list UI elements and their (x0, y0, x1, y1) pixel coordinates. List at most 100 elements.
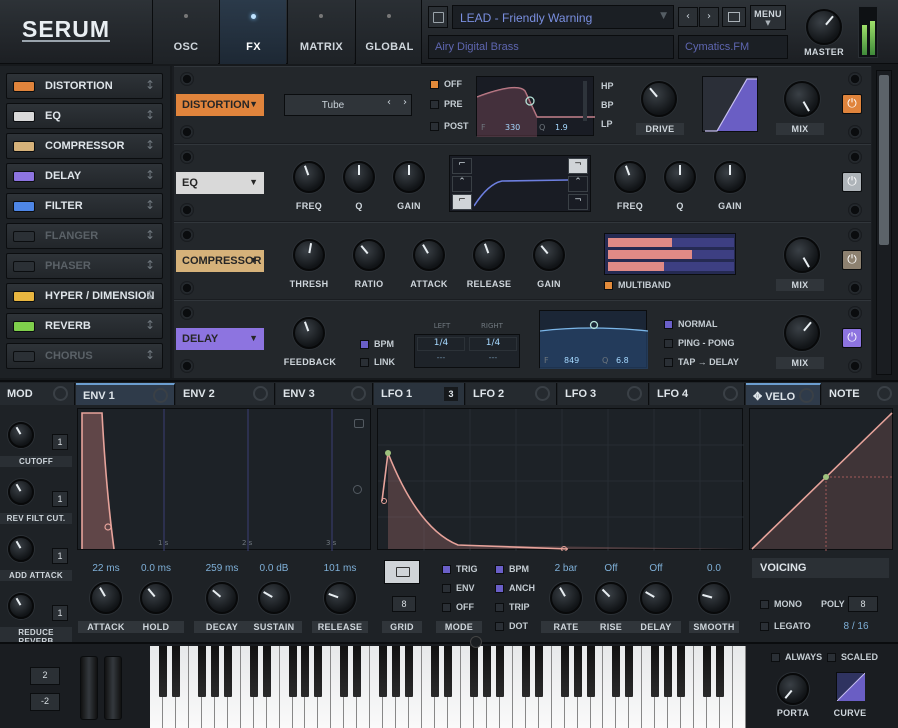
lfo-param-knob[interactable] (640, 582, 672, 614)
black-key[interactable] (301, 646, 310, 697)
black-key[interactable] (210, 646, 219, 697)
tab-env2[interactable]: ENV 2 (176, 383, 275, 405)
always-checkbox[interactable] (771, 653, 780, 662)
black-key[interactable] (560, 646, 569, 697)
black-key[interactable] (197, 646, 206, 697)
drag-handle-icon[interactable]: ↕ (145, 138, 155, 152)
mod-target-knob[interactable] (8, 593, 34, 619)
mod-socket[interactable] (848, 281, 862, 295)
fx-rack-item[interactable]: HYPER / DIMENSION ↕ (6, 283, 163, 309)
drive-knob[interactable] (641, 81, 677, 117)
black-key[interactable] (353, 646, 362, 697)
mod-socket[interactable] (848, 203, 862, 217)
black-key[interactable] (586, 646, 595, 697)
black-key[interactable] (677, 646, 686, 697)
delay-power-button[interactable] (842, 328, 862, 348)
mod-source-count[interactable]: 1 (52, 605, 68, 621)
mod-socket[interactable] (180, 281, 194, 295)
mod-socket[interactable] (180, 72, 194, 86)
env-param-knob[interactable] (324, 582, 356, 614)
eq-right-q-knob[interactable] (664, 161, 696, 193)
black-key[interactable] (379, 646, 388, 697)
delay-tag[interactable]: DELAY (176, 328, 264, 350)
lfo-param-knob[interactable] (595, 582, 627, 614)
mod-socket[interactable] (848, 228, 862, 242)
lfo-preset-folder-button[interactable] (384, 560, 420, 584)
mod-socket[interactable] (180, 306, 194, 320)
delay-right-value[interactable]: 1/4 (469, 337, 517, 351)
scaled-checkbox[interactable] (827, 653, 836, 662)
preset-dropdown[interactable]: LEAD - Friendly Warning ▼ (452, 5, 674, 29)
pitch-up-stepper[interactable]: 2 (30, 667, 60, 685)
delay-normal-checkbox[interactable] (664, 320, 673, 329)
env-param-knob[interactable] (90, 582, 122, 614)
distortion-post-checkbox[interactable] (430, 122, 439, 131)
tab-lfo2[interactable]: LFO 2 (466, 383, 557, 405)
black-key[interactable] (612, 646, 621, 697)
prev-preset-button[interactable]: ‹ (678, 7, 698, 27)
env-param-knob[interactable] (140, 582, 172, 614)
mod-socket[interactable] (848, 72, 862, 86)
fx-rack-item[interactable]: FILTER ↕ (6, 193, 163, 219)
mod-source-count[interactable]: 1 (52, 548, 68, 564)
compressor-gain-knob[interactable] (533, 239, 565, 271)
tab-env1[interactable]: ENV 1 (76, 383, 175, 405)
fx-rack-item[interactable]: PHASER ↕ (6, 253, 163, 279)
velocity-graph[interactable] (749, 408, 894, 551)
main-tab-matrix[interactable]: MATRIX (287, 0, 354, 64)
mod-target-knob[interactable] (8, 422, 34, 448)
lowshelf-icon[interactable]: ⌐ (452, 158, 472, 174)
piano-keyboard[interactable] (150, 646, 746, 728)
mod-socket[interactable] (848, 306, 862, 320)
compressor-release-knob[interactable] (473, 239, 505, 271)
drag-handle-icon[interactable]: ↕ (145, 108, 155, 122)
compressor-tag[interactable]: COMPRESSOR (176, 250, 264, 272)
drag-handle-icon[interactable]: ↕ (145, 348, 155, 362)
black-key[interactable] (171, 646, 180, 697)
envelope-graph[interactable]: 1 s 2 s 3 s (77, 408, 371, 551)
chevron-left-icon[interactable]: ‹ (382, 97, 396, 113)
black-key[interactable] (469, 646, 478, 697)
mod-socket[interactable] (180, 359, 194, 373)
env-param-knob[interactable] (206, 582, 238, 614)
mod-wheel[interactable] (104, 656, 122, 720)
porta-knob[interactable] (777, 673, 809, 705)
tab-env3[interactable]: ENV 3 (276, 383, 373, 405)
multiband-checkbox[interactable] (604, 281, 613, 290)
compressor-attack-knob[interactable] (413, 239, 445, 271)
mod-target-knob[interactable] (8, 479, 34, 505)
delay-mix-knob[interactable] (784, 315, 820, 351)
pitch-down-stepper[interactable]: -2 (30, 693, 60, 711)
menu-button[interactable]: MENU ▼ (750, 5, 786, 30)
delay-left-value[interactable]: 1/4 (417, 337, 465, 351)
distortion-filter-display[interactable]: F 330 Q 1.9 (476, 76, 595, 137)
drag-handle-icon[interactable]: ↕ (145, 318, 155, 332)
zoom-icon[interactable] (353, 485, 362, 494)
distortion-pre-checkbox[interactable] (430, 100, 439, 109)
black-key[interactable] (625, 646, 634, 697)
lfo-graph[interactable] (377, 408, 744, 552)
delay-tap-checkbox[interactable] (664, 358, 673, 367)
highcut-icon[interactable]: ¬ (568, 194, 588, 210)
eq-right-freq-knob[interactable] (614, 161, 646, 193)
lfo-dot-checkbox[interactable] (495, 622, 504, 631)
black-key[interactable] (444, 646, 452, 697)
lfo-trig-checkbox[interactable] (442, 565, 451, 574)
delay-link-checkbox[interactable] (360, 358, 369, 367)
delay-filter-display[interactable]: F 849 Q 6.8 (539, 310, 649, 369)
delay-pingpong-checkbox[interactable] (664, 339, 673, 348)
black-key[interactable] (534, 646, 543, 697)
distortion-power-button[interactable] (842, 94, 862, 114)
fx-rack-item[interactable]: DELAY ↕ (6, 163, 163, 189)
lfo-param-knob[interactable] (550, 582, 582, 614)
next-preset-button[interactable]: › (699, 7, 719, 27)
lfo-bpm-checkbox[interactable] (495, 565, 504, 574)
pitch-wheel[interactable] (80, 656, 98, 720)
mod-target-knob[interactable] (8, 536, 34, 562)
compressor-mix-knob[interactable] (784, 237, 820, 273)
mod-socket[interactable] (848, 359, 862, 373)
mod-socket[interactable] (848, 125, 862, 139)
black-key[interactable] (262, 646, 271, 697)
fx-rack-item[interactable]: CHORUS ↕ (6, 343, 163, 369)
lock-icon[interactable] (354, 419, 364, 428)
